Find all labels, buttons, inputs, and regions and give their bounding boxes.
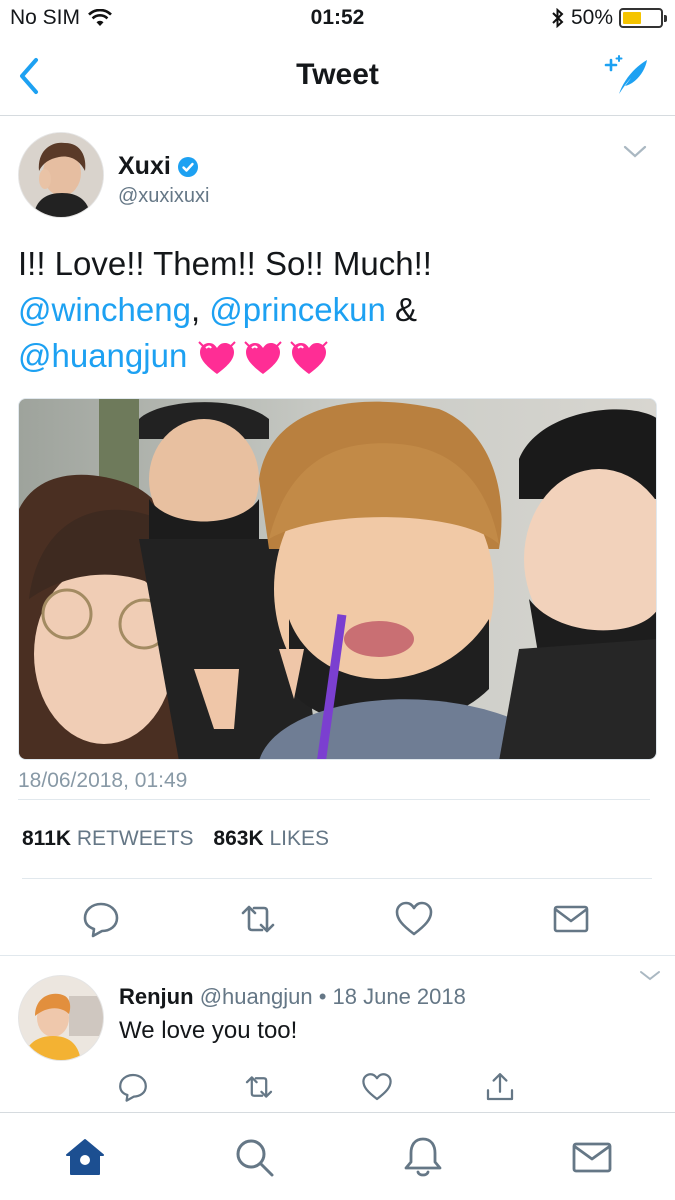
mention-link[interactable]: @wincheng — [18, 291, 191, 328]
like-heart-icon[interactable] — [361, 1071, 393, 1103]
divider — [0, 955, 675, 956]
retweets-label[interactable]: RETWEETS — [77, 827, 194, 850]
tweet-timestamp: 18/06/2018, 01:49 — [18, 769, 188, 792]
page-title: Tweet — [296, 58, 379, 91]
tweet-text-line: I!! Love!! Them!! So!! Much!! — [18, 245, 432, 282]
heart-emoji-icon — [290, 341, 329, 375]
share-icon[interactable] — [484, 1071, 516, 1103]
chevron-down-icon[interactable] — [639, 970, 661, 982]
battery-percent: 50% — [570, 6, 613, 29]
reply-actions — [0, 1071, 675, 1105]
tab-bar — [0, 1112, 675, 1200]
like-heart-icon[interactable] — [394, 899, 434, 939]
reply-separator: • — [318, 984, 327, 1009]
bluetooth-icon — [552, 8, 564, 28]
tweet-actions — [0, 899, 675, 939]
notifications-icon[interactable] — [401, 1135, 445, 1179]
messages-icon[interactable] — [570, 1135, 614, 1179]
battery-icon — [619, 8, 667, 28]
tweet-mentions-line: @huangjun — [18, 333, 658, 379]
reply-text: We love you too! — [119, 1017, 298, 1044]
separator-text: , — [190, 291, 201, 328]
verified-badge-icon — [177, 156, 198, 177]
reply-author-handle[interactable]: @huangjun — [200, 984, 313, 1009]
reply-author-name[interactable]: Renjun — [119, 984, 194, 1009]
compose-feather-icon[interactable] — [603, 54, 651, 98]
direct-message-icon[interactable] — [551, 899, 591, 939]
home-icon[interactable] — [63, 1135, 107, 1179]
reply-header: Renjun @huangjun • 18 June 2018 — [119, 984, 466, 1010]
divider — [22, 878, 652, 879]
heart-emoji-group — [197, 338, 329, 378]
likes-label[interactable]: LIKES — [269, 827, 329, 850]
author-name-text[interactable]: Xuxi — [118, 152, 171, 181]
tweet-mentions-line: @wincheng, @princekun & — [18, 287, 658, 333]
author-avatar[interactable] — [18, 132, 104, 218]
separator-text: & — [385, 291, 418, 328]
search-icon[interactable] — [232, 1135, 276, 1179]
reply-icon[interactable] — [117, 1071, 149, 1103]
tweet-photo[interactable] — [18, 398, 657, 760]
retweet-icon[interactable] — [238, 899, 278, 939]
likes-count[interactable]: 863K — [213, 827, 263, 850]
nav-bar: Tweet — [0, 38, 675, 116]
author-handle[interactable]: @xuxixuxi — [118, 185, 209, 208]
divider — [18, 799, 650, 800]
tweet-stats: 811K RETWEETS 863K LIKES — [22, 827, 343, 851]
reply-date: 18 June 2018 — [332, 984, 466, 1009]
tweet-text: I!! Love!! Them!! So!! Much!! @wincheng,… — [18, 241, 658, 379]
chevron-down-icon[interactable] — [623, 145, 647, 159]
status-bar: No SIM 01:52 50% — [0, 0, 675, 38]
author-name[interactable]: Xuxi — [118, 152, 199, 181]
heart-emoji-icon — [198, 341, 237, 375]
reply-author-avatar[interactable] — [18, 975, 104, 1061]
retweets-count[interactable]: 811K — [22, 827, 71, 850]
mention-link[interactable]: @princekun — [209, 291, 386, 328]
mention-link[interactable]: @huangjun — [18, 337, 187, 374]
heart-emoji-icon — [244, 341, 283, 375]
reply-icon[interactable] — [81, 899, 121, 939]
battery-group: 50% — [551, 6, 667, 30]
retweet-icon[interactable] — [243, 1071, 275, 1103]
